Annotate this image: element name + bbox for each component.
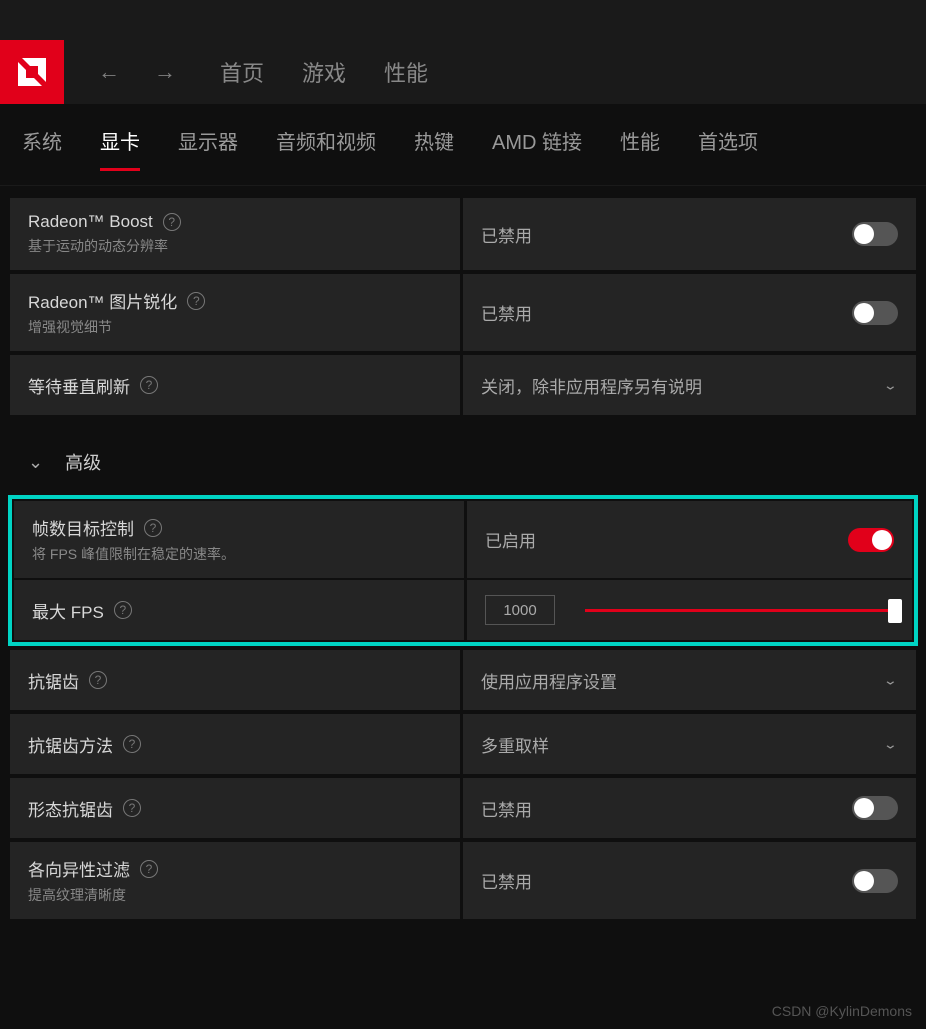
forward-button[interactable]: → — [154, 59, 176, 85]
tab-preferences[interactable]: 首选项 — [698, 126, 758, 169]
help-icon[interactable]: ? — [123, 799, 141, 817]
aamethod-title: 抗锯齿方法 — [28, 732, 113, 757]
frc-title: 帧数目标控制 — [32, 515, 134, 540]
tab-hotkeys[interactable]: 热键 — [414, 126, 454, 169]
section-advanced-label: 高级 — [65, 449, 101, 475]
boost-title: Radeon™ Boost — [28, 212, 153, 232]
tab-performance[interactable]: 性能 — [620, 126, 660, 169]
morphaa-toggle[interactable] — [852, 796, 898, 820]
sharpen-title: Radeon™ 图片锐化 — [28, 288, 177, 313]
maxfps-input[interactable] — [485, 595, 555, 625]
topnav-performance[interactable]: 性能 — [384, 56, 428, 88]
help-icon[interactable]: ? — [187, 292, 205, 310]
row-boost: Radeon™ Boost ? 基于运动的动态分辨率 已禁用 — [10, 198, 916, 270]
aa-dropdown[interactable]: 使用应用程序设置 ⌄ — [463, 650, 916, 710]
help-icon[interactable]: ? — [144, 519, 162, 537]
highlight-box: 帧数目标控制 ? 将 FPS 峰值限制在稳定的速率。 已启用 最大 FPS ? — [8, 495, 918, 646]
boost-status: 已禁用 — [481, 222, 532, 247]
amd-logo[interactable] — [0, 40, 64, 104]
row-aa: 抗锯齿 ? 使用应用程序设置 ⌄ — [10, 650, 916, 710]
boost-toggle[interactable] — [852, 222, 898, 246]
frc-toggle[interactable] — [848, 528, 894, 552]
vsync-status: 关闭，除非应用程序另有说明 — [481, 373, 702, 398]
aa-status: 使用应用程序设置 — [481, 668, 617, 693]
tab-system[interactable]: 系统 — [22, 126, 62, 169]
chevron-down-icon: ⌄ — [28, 452, 43, 473]
morphaa-title: 形态抗锯齿 — [28, 796, 113, 821]
aamethod-dropdown[interactable]: 多重取样 ⌄ — [463, 714, 916, 774]
vsync-dropdown[interactable]: 关闭，除非应用程序另有说明 ⌄ — [463, 355, 916, 415]
tab-amdlink[interactable]: AMD 链接 — [492, 126, 582, 169]
chevron-down-icon: ⌄ — [883, 673, 898, 688]
morphaa-status: 已禁用 — [481, 796, 532, 821]
row-aamethod: 抗锯齿方法 ? 多重取样 ⌄ — [10, 714, 916, 774]
aa-title: 抗锯齿 — [28, 668, 79, 693]
tab-audiovideo[interactable]: 音频和视频 — [276, 126, 376, 169]
help-icon[interactable]: ? — [163, 213, 181, 231]
row-aniso: 各向异性过滤 ? 提高纹理清晰度 已禁用 — [10, 842, 916, 919]
row-vsync: 等待垂直刷新 ? 关闭，除非应用程序另有说明 ⌄ — [10, 355, 916, 415]
aniso-title: 各向异性过滤 — [28, 856, 130, 881]
aniso-status: 已禁用 — [481, 868, 532, 893]
maxfps-slider[interactable] — [585, 609, 894, 612]
tab-graphics[interactable]: 显卡 — [100, 126, 140, 169]
sharpen-toggle[interactable] — [852, 301, 898, 325]
topnav-home[interactable]: 首页 — [220, 56, 264, 88]
aniso-toggle[interactable] — [852, 869, 898, 893]
help-icon[interactable]: ? — [123, 735, 141, 753]
watermark: CSDN @KylinDemons — [772, 1003, 912, 1019]
row-morphaa: 形态抗锯齿 ? 已禁用 — [10, 778, 916, 838]
top-nav: 首页 游戏 性能 — [210, 56, 428, 88]
slider-thumb[interactable] — [888, 599, 902, 623]
row-sharpen: Radeon™ 图片锐化 ? 增强视觉细节 已禁用 — [10, 274, 916, 351]
sharpen-sub: 增强视觉细节 — [28, 317, 442, 337]
aniso-sub: 提高纹理清晰度 — [28, 885, 442, 905]
tabs: 系统 显卡 显示器 音频和视频 热键 AMD 链接 性能 首选项 — [0, 104, 926, 186]
titlebar — [0, 0, 926, 40]
help-icon[interactable]: ? — [140, 376, 158, 394]
topnav-games[interactable]: 游戏 — [302, 56, 346, 88]
frc-sub: 将 FPS 峰值限制在稳定的速率。 — [32, 544, 446, 564]
chevron-down-icon: ⌄ — [883, 737, 898, 752]
row-maxfps: 最大 FPS ? — [14, 580, 912, 640]
frc-status: 已启用 — [485, 527, 536, 552]
aamethod-status: 多重取样 — [481, 732, 549, 757]
row-frc: 帧数目标控制 ? 将 FPS 峰值限制在稳定的速率。 已启用 — [14, 501, 912, 578]
back-button[interactable]: ← — [98, 59, 120, 85]
chevron-down-icon: ⌄ — [883, 378, 898, 393]
boost-sub: 基于运动的动态分辨率 — [28, 236, 442, 256]
header: ← → 首页 游戏 性能 — [0, 40, 926, 104]
section-advanced[interactable]: ⌄ 高级 — [10, 419, 916, 495]
amd-icon — [14, 54, 50, 90]
sharpen-status: 已禁用 — [481, 300, 532, 325]
content: Radeon™ Boost ? 基于运动的动态分辨率 已禁用 Radeon™ 图… — [0, 186, 926, 919]
tab-display[interactable]: 显示器 — [178, 126, 238, 169]
help-icon[interactable]: ? — [114, 601, 132, 619]
vsync-title: 等待垂直刷新 — [28, 373, 130, 398]
help-icon[interactable]: ? — [140, 860, 158, 878]
maxfps-title: 最大 FPS — [32, 598, 104, 623]
help-icon[interactable]: ? — [89, 671, 107, 689]
